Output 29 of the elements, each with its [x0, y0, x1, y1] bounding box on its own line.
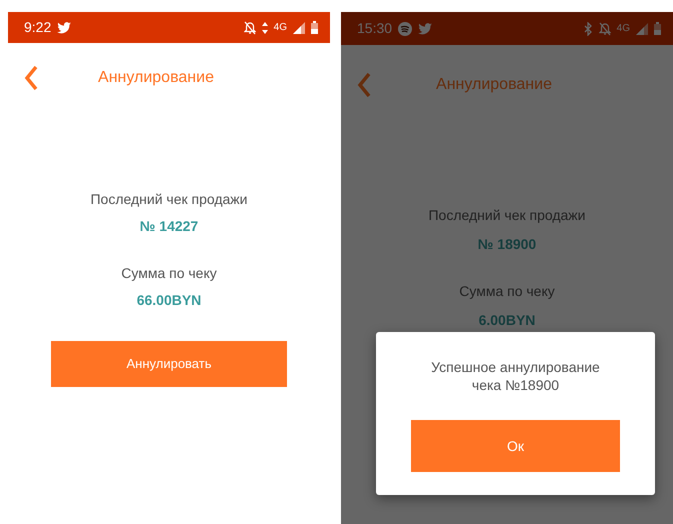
dialog-message: Успешное аннулирование чека №18900 — [430, 358, 601, 394]
screen-title: Аннулирование — [97, 68, 215, 88]
sound-waves-circle-icon — [398, 22, 412, 36]
muted-bell-icon — [598, 22, 611, 36]
bird-icon — [57, 22, 72, 34]
cancel-receipt-button[interactable]: Аннулировать — [51, 341, 287, 387]
status-time: 15:30 — [357, 19, 392, 38]
receipt-label: Последний чек продажи — [90, 190, 248, 209]
network-type: 4G — [616, 22, 630, 36]
battery-icon — [311, 21, 318, 34]
sum-label: Сумма по чеку — [121, 264, 217, 283]
signal-icon — [293, 22, 305, 34]
bluetooth-icon — [584, 22, 593, 36]
sum-label: Сумма по чеку — [459, 282, 555, 301]
receipt-number: № 18900 — [478, 235, 536, 254]
receipt-label: Последний чек продажи — [428, 206, 586, 225]
receipt-sum: 6.00BYN — [478, 311, 536, 330]
muted-bell-icon — [244, 20, 256, 34]
data-arrows-icon — [262, 22, 268, 34]
bird-icon — [418, 22, 432, 34]
receipt-number: № 14227 — [140, 217, 198, 236]
back-chevron-icon[interactable] — [357, 72, 371, 98]
network-type: 4G — [274, 21, 287, 35]
ok-button[interactable]: Ок — [411, 420, 620, 472]
receipt-sum: 66.00BYN — [136, 291, 202, 310]
screen-title: Аннулирование — [435, 75, 553, 95]
back-chevron-icon[interactable] — [24, 65, 38, 91]
status-time: 9:22 — [24, 18, 52, 37]
battery-icon — [654, 22, 661, 35]
